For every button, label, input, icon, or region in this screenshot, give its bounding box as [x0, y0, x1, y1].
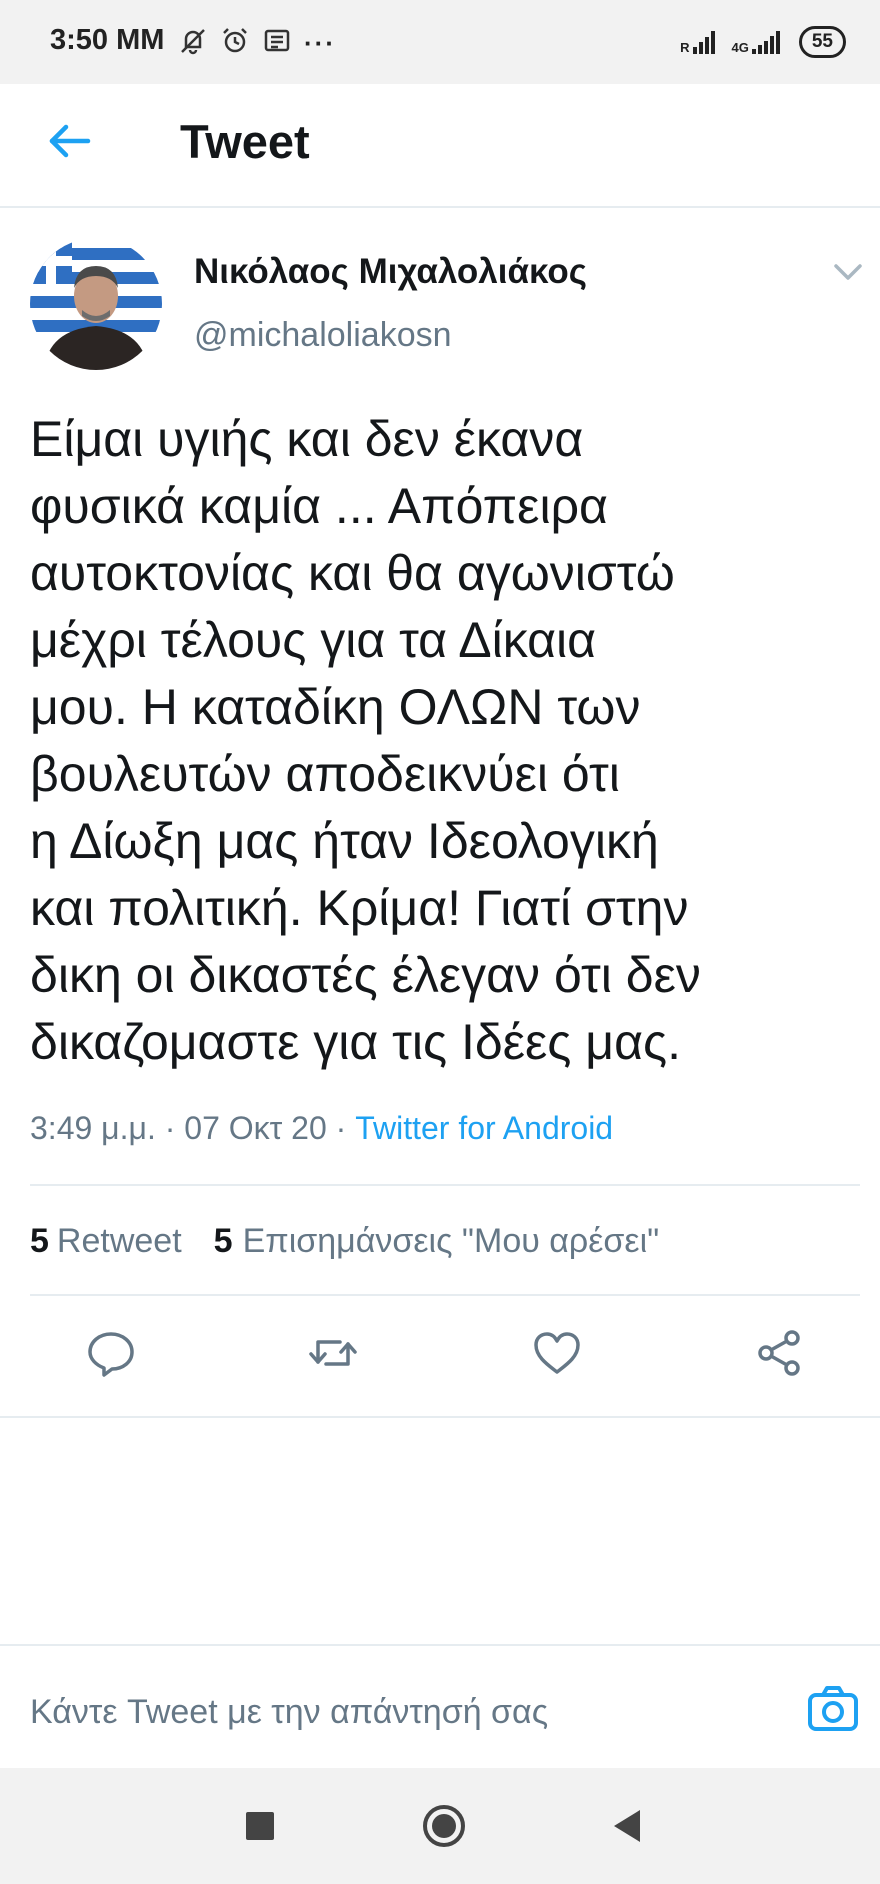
- divider: [30, 1294, 860, 1296]
- retweet-label: Retweet: [56, 1222, 182, 1260]
- meta-separator: ·: [335, 1110, 347, 1146]
- status-system-icons: R 4G 55: [680, 26, 846, 58]
- chevron-down-icon[interactable]: [832, 260, 864, 284]
- camera-icon[interactable]: [806, 1682, 860, 1736]
- status-time: 3:50 MM: [50, 24, 165, 56]
- alarm-icon: [220, 26, 250, 61]
- engagement-counts: 5 Retweet 5 Επισημάνσεις "Μου αρέσει": [30, 1222, 659, 1261]
- divider: [0, 1416, 880, 1418]
- heart-icon[interactable]: [530, 1326, 584, 1380]
- sim2-label: 4G: [731, 40, 749, 55]
- page-title: Tweet: [180, 115, 310, 168]
- avatar[interactable]: [30, 238, 162, 370]
- battery-icon: 55: [798, 26, 846, 58]
- meta-separator: ·: [164, 1110, 176, 1146]
- tweet-text: Είμαι υγιής και δεν έκανα φυσικά καμία .…: [30, 411, 701, 1070]
- signal-icon: R: [680, 29, 717, 55]
- app-header: Tweet: [0, 84, 880, 208]
- home-icon[interactable]: [420, 1802, 468, 1850]
- arrow-left-icon[interactable]: [44, 114, 98, 168]
- like-label: Επισημάνσεις "Μου αρέσει": [242, 1222, 660, 1260]
- system-nav-bar: [0, 1768, 880, 1884]
- divider: [30, 1184, 860, 1186]
- status-notification-icons: ···: [178, 26, 336, 61]
- sim1-label: R: [680, 40, 690, 55]
- recent-apps-icon[interactable]: [236, 1802, 284, 1850]
- share-icon[interactable]: [752, 1326, 806, 1380]
- reply-input[interactable]: [30, 1688, 750, 1736]
- retweet-stat[interactable]: 5 Retweet: [30, 1222, 182, 1261]
- author-handle[interactable]: @michaloliakosn: [194, 316, 452, 355]
- tweet-date: 07 Οκτ 20: [184, 1110, 327, 1146]
- more-notifications: ···: [304, 28, 336, 58]
- status-bar: 3:50 MM ··· R 4G 55: [0, 0, 880, 84]
- signal-icon: 4G: [732, 29, 785, 55]
- author-name[interactable]: Νικόλαος Μιχαλολιάκος: [194, 252, 587, 292]
- reply-bar: [0, 1644, 880, 1770]
- tweet-time: 3:49 μ.μ.: [30, 1110, 156, 1146]
- like-stat[interactable]: 5 Επισημάνσεις "Μου αρέσει": [214, 1222, 660, 1261]
- retweet-count: 5: [30, 1222, 49, 1260]
- reply-icon[interactable]: [84, 1326, 138, 1380]
- back-icon[interactable]: [604, 1802, 652, 1850]
- tweet-source-link[interactable]: Twitter for Android: [355, 1110, 613, 1146]
- tweet-meta: 3:49 μ.μ. · 07 Οκτ 20 · Twitter for Andr…: [30, 1110, 613, 1147]
- retweet-icon[interactable]: [306, 1326, 360, 1380]
- muted-bell-icon: [178, 26, 208, 61]
- message-icon: [262, 26, 292, 61]
- like-count: 5: [213, 1222, 233, 1260]
- tweet-actions: [0, 1326, 880, 1386]
